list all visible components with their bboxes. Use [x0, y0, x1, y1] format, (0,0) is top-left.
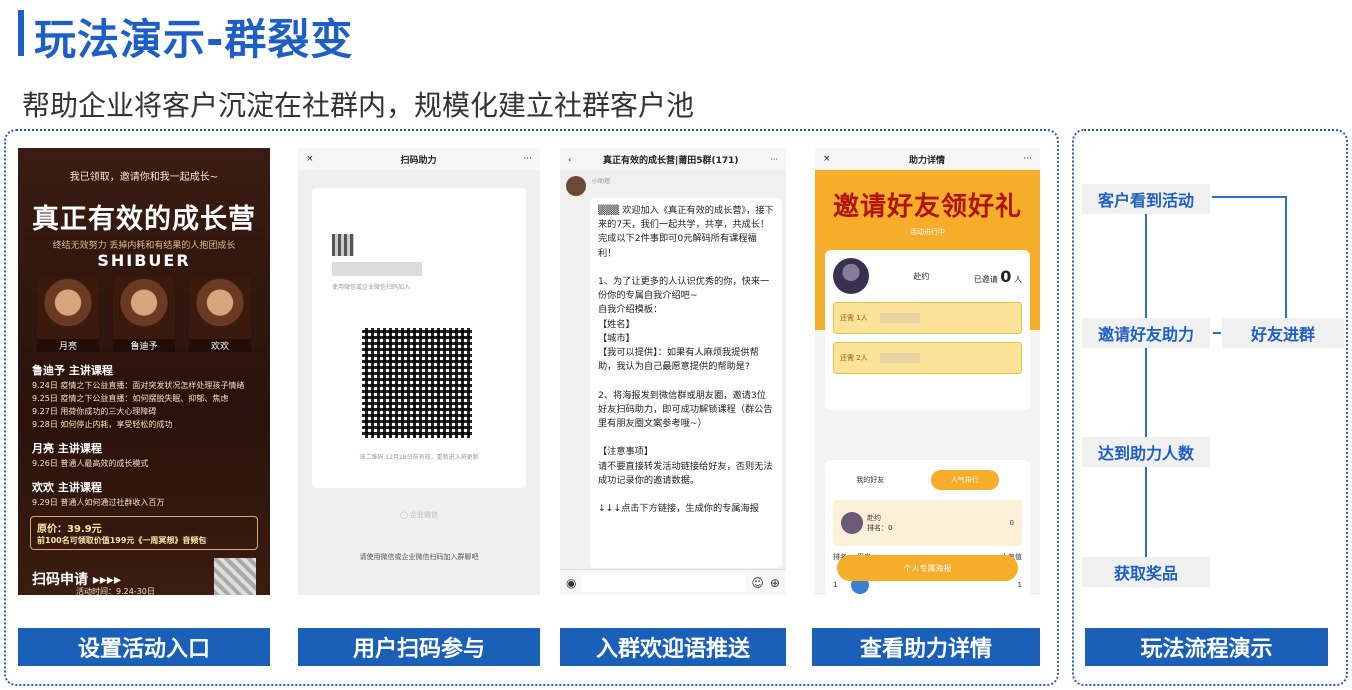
caption-flow-demo: 玩法流程演示 [1085, 628, 1328, 666]
wework-label: ◯ 企业微信 [399, 511, 439, 519]
qr-expire-text: 该二维码 12月28日前有效，重新进入将更新 [359, 454, 479, 461]
course-section-title: 欢欢 主讲课程 [32, 481, 102, 494]
my-rank: 排名：0 [867, 524, 893, 532]
sender-name: 小助理 [592, 178, 611, 185]
invite-slot[interactable]: 还需 1人 [833, 302, 1022, 334]
detail-banner: 邀请好友领好礼 活动进行中 赴约 已邀请 0 人 还需 1人 还需 2人 [815, 170, 1040, 410]
activity-status: 活动进行中 [910, 228, 945, 236]
message-input[interactable] [582, 573, 746, 592]
my-rank-row: 赴约排名：0 0 [833, 500, 1022, 546]
poster-tagline: 终结无效努力 丢掉内耗和有结果的人抱团成长 [52, 241, 236, 251]
flow-step-see-activity: 客户看到活动 [1082, 184, 1210, 214]
course-section-title: 鲁迪予 主讲课程 [32, 364, 113, 377]
price-box: 原价：39.9元 前100名可领取价值199元《一周冥想》音频包 [30, 516, 258, 550]
invite-slot[interactable]: 还需 2人 [833, 342, 1022, 374]
back-icon[interactable]: ‹ [568, 155, 571, 164]
page-title: 玩法演示-群裂变 [34, 15, 354, 64]
nav-title: 助力详情 [908, 155, 945, 166]
avatar [841, 512, 863, 534]
speaker-name: 鲁迪予 [113, 339, 175, 352]
speaker-portraits: 月亮 鲁迪予 欢欢 [30, 276, 258, 352]
user-card: 赴约 已邀请 0 人 还需 1人 还需 2人 [825, 250, 1030, 410]
tab-popularity[interactable]: 人气排行 [930, 470, 999, 490]
speaker-photo: 月亮 [37, 276, 99, 352]
more-icon[interactable]: ··· [1023, 154, 1032, 164]
course-line: 9.25日 疫情之下公益直播：如何摆脱失眠、抑郁、焦虑 [32, 394, 229, 403]
sender-avatar [566, 176, 586, 196]
course-line: 9.28日 如何停止内耗，享受轻松的成功 [32, 420, 173, 429]
close-icon[interactable]: × [306, 154, 314, 164]
poster-headline: 真正有效的成长营 [32, 204, 256, 235]
caption-welcome-push: 入群欢迎语推送 [560, 628, 786, 666]
flow-step-invite-friends: 邀请好友助力 [1082, 318, 1210, 348]
more-icon[interactable]: ··· [770, 155, 778, 164]
course-line: 9.27日 用荷你成功的三大心理障碍 [32, 407, 157, 416]
group-qr-code[interactable] [362, 328, 472, 438]
close-icon[interactable]: × [823, 154, 831, 164]
ranking-tabs: 我的好友 人气排行 [833, 468, 1022, 492]
qr-card: 使用微信或企业微信扫码加入 该二维码 12月28日前有效，重新进入将更新 [312, 188, 526, 488]
price-text: 原价：39.9元 [37, 524, 102, 535]
voice-icon[interactable]: ◉ [566, 576, 576, 590]
flow-arrow [1145, 348, 1147, 437]
chat-title: 真正有效的成长营|莆田5群(171) [602, 155, 739, 166]
offer-text: 前100名可领取价值199元《一周冥想》音频包 [37, 536, 207, 545]
course-section-title: 月亮 主讲课程 [32, 442, 102, 455]
flow-arrow [1145, 467, 1147, 557]
course-line: 9.24日 疫情之下公益直播：面对突发状况怎样处理孩子情绪 [32, 381, 245, 390]
course-line: 9.29日 普通人如何通过社群收入百万 [32, 498, 165, 507]
assist-detail-screenshot: × 助力详情 ··· 邀请好友领好礼 活动进行中 赴约 已邀请 0 人 还需 1… [815, 148, 1040, 595]
welcome-message: ▒▒▒ 欢迎加入《真正有效的成长营》，接下来的7天，我们一起共学，共享，共成长！… [590, 198, 782, 568]
poster-button[interactable]: 个人专属海报 [837, 555, 1018, 581]
avatar [833, 258, 869, 294]
flow-step-friends-join: 好友进群 [1222, 318, 1344, 348]
speaker-name: 月亮 [37, 339, 99, 352]
more-icon[interactable]: ··· [523, 154, 532, 164]
scan-footer: 请使用微信或企业微信扫码加入群聊吧 [359, 553, 479, 561]
tab-my-friends[interactable]: 我的好友 [856, 475, 884, 485]
page-subtitle: 帮助企业将客户沉淀在社群内，规模化建立社群客户池 [22, 89, 695, 122]
flow-arrow [1213, 332, 1221, 334]
chat-screenshot: ‹ 真正有效的成长营|莆田5群(171) ··· 小助理 ▒▒▒ 欢迎加入《真正… [560, 148, 786, 595]
scan-page-screenshot: × 扫码助力 ··· 使用微信或企业微信扫码加入 该二维码 12月28日前有效，… [298, 148, 540, 595]
caption-assist-detail: 查看助力详情 [812, 628, 1040, 666]
scan-hint: 使用微信或企业微信扫码加入 [332, 284, 411, 291]
poster-top-text: 我已领取，邀请你和我一起成长~ [69, 172, 219, 183]
group-name-blurred [332, 262, 422, 276]
chat-nav-bar: ‹ 真正有效的成长营|莆田5群(171) ··· [560, 148, 786, 170]
poster-screenshot: 我已领取，邀请你和我一起成长~ 真正有效的成长营 终结无效努力 丢掉内耗和有结果… [18, 148, 270, 595]
nav-title: 扫码助力 [400, 155, 437, 166]
plus-icon[interactable]: ⊕ [770, 576, 780, 590]
poster-brand: SHIBUER [97, 251, 191, 270]
group-avatar [332, 234, 354, 256]
course-line: 9.26日 普通人最高效的成长模式 [32, 459, 149, 468]
caption-user-scan: 用户扫码参与 [298, 628, 540, 666]
my-name: 赴约 [867, 514, 881, 522]
chat-input-bar: ◉ ☺ ⊕ [560, 569, 786, 595]
flow-arrow [1285, 196, 1287, 318]
emoji-icon[interactable]: ☺ [751, 576, 764, 590]
chat-message-row: 小助理 [560, 170, 786, 196]
flow-arrow [1212, 196, 1287, 198]
wechat-nav-bar: × 扫码助力 ··· [298, 148, 540, 170]
banner-headline: 邀请好友领好礼 [832, 192, 1022, 222]
invite-count: 已邀请 0 人 [973, 266, 1022, 286]
speaker-photo: 鲁迪予 [113, 276, 175, 352]
caption-setup-entry: 设置活动入口 [18, 628, 270, 666]
speaker-photo: 欢欢 [189, 276, 251, 352]
poster-qr-code[interactable] [214, 558, 256, 595]
detail-nav-bar: × 助力详情 ··· [815, 148, 1040, 170]
flow-step-get-prize: 获取奖品 [1082, 557, 1210, 587]
speaker-name: 欢欢 [189, 339, 251, 352]
flow-step-reach-target: 达到助力人数 [1082, 437, 1210, 467]
user-row: 赴约 已邀请 0 人 [833, 258, 1022, 294]
user-name: 赴约 [913, 271, 930, 281]
flow-arrow [1145, 214, 1147, 318]
title-accent-bar [18, 10, 24, 56]
my-score: 0 [1009, 519, 1014, 527]
